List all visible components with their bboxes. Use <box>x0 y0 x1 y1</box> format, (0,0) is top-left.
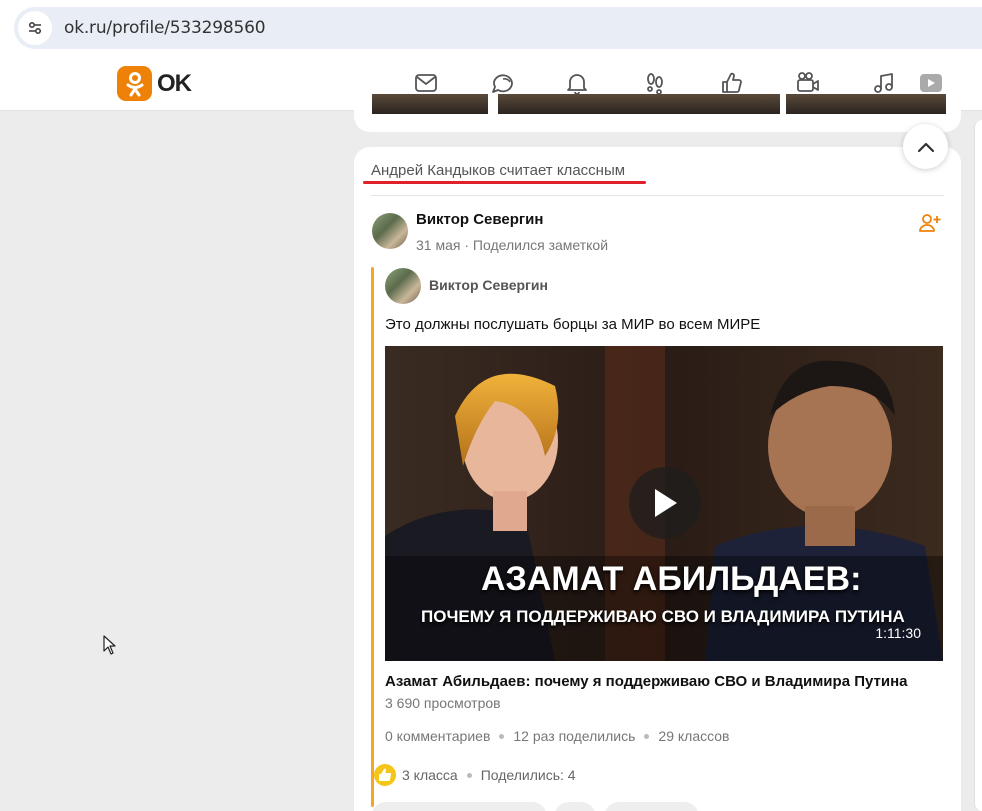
play-icon <box>655 489 677 517</box>
post-stats: 0 комментариев 12 раз поделились 29 клас… <box>385 728 730 744</box>
site-settings-icon[interactable] <box>18 11 52 45</box>
right-column-card <box>974 120 982 811</box>
video-camera-icon[interactable] <box>794 69 822 97</box>
likes-count[interactable]: 29 классов <box>658 728 729 744</box>
post-meta: 31 мая · Поделился заметкой <box>416 237 608 253</box>
footprints-icon[interactable] <box>641 69 669 97</box>
video-overlay-title-1: АЗАМАТ АБИЛЬДАЕВ: <box>481 560 862 598</box>
video-title[interactable]: Азамат Абильдаев: почему я поддерживаю С… <box>385 673 907 690</box>
shares-count[interactable]: 12 раз поделились <box>513 728 635 744</box>
video-play-icon[interactable] <box>916 69 944 97</box>
previous-photo[interactable] <box>786 94 946 114</box>
post-date[interactable]: 31 мая <box>416 237 460 253</box>
like-icon[interactable] <box>374 764 396 786</box>
previous-photo[interactable] <box>372 94 488 114</box>
topic-underline <box>363 181 646 184</box>
feed-card: Андрей Кандыков считает классным Виктор … <box>354 147 961 811</box>
video-overlay-title-2: ПОЧЕМУ Я ПОДДЕРЖИВАЮ СВО И ВЛАДИМИРА ПУТ… <box>421 607 905 626</box>
comment-button[interactable] <box>371 802 547 811</box>
play-button[interactable] <box>629 467 701 539</box>
scroll-up-button[interactable] <box>903 124 948 169</box>
share-button[interactable] <box>554 802 596 811</box>
avatar[interactable] <box>372 213 408 249</box>
ok-logo[interactable]: OK <box>117 66 192 101</box>
reshare-indicator <box>371 267 374 807</box>
previous-photo[interactable] <box>498 94 780 114</box>
likes-summary[interactable]: 3 класса <box>402 767 458 783</box>
divider <box>371 195 944 196</box>
post-action: Поделился заметкой <box>472 237 609 253</box>
separator-dot <box>644 733 650 739</box>
browser-toolbar: ok.ru/profile/533298560 <box>0 0 982 56</box>
feed-topic[interactable]: Андрей Кандыков считает классным <box>371 162 625 179</box>
video-duration: 1:11:30 <box>875 625 921 641</box>
post-text: Это должны послушать борцы за МИР во все… <box>385 316 761 333</box>
thumbs-up-icon[interactable] <box>718 69 746 97</box>
logo-text: OK <box>157 69 192 97</box>
chat-icon[interactable] <box>488 69 516 97</box>
like-button[interactable] <box>604 802 699 811</box>
video-player[interactable]: АЗАМАТ АБИЛЬДАЕВ: ПОЧЕМУ Я ПОДДЕРЖИВАЮ С… <box>385 346 943 661</box>
comments-count[interactable]: 0 комментариев <box>385 728 490 744</box>
music-note-icon[interactable] <box>870 69 898 97</box>
separator-dot <box>499 733 505 739</box>
add-friend-icon[interactable] <box>919 213 941 238</box>
video-views: 3 690 просмотров <box>385 695 501 711</box>
original-author-name[interactable]: Виктор Севергин <box>429 277 548 293</box>
separator-dot <box>466 772 472 778</box>
chevron-up-icon <box>917 142 934 152</box>
meta-separator: · <box>464 237 473 253</box>
avatar[interactable] <box>385 268 421 304</box>
shares-summary[interactable]: Поделились: 4 <box>481 767 576 783</box>
mail-icon[interactable] <box>412 69 440 97</box>
author-name[interactable]: Виктор Севергин <box>416 211 543 228</box>
reactions-row: 3 класса Поделились: 4 <box>374 764 576 786</box>
bell-icon[interactable] <box>563 69 591 97</box>
ok-logo-icon <box>117 66 152 101</box>
previous-feed-card <box>354 94 961 132</box>
url-text[interactable]: ok.ru/profile/533298560 <box>64 18 266 38</box>
mouse-cursor-icon <box>103 635 117 660</box>
address-bar[interactable]: ok.ru/profile/533298560 <box>14 7 982 49</box>
